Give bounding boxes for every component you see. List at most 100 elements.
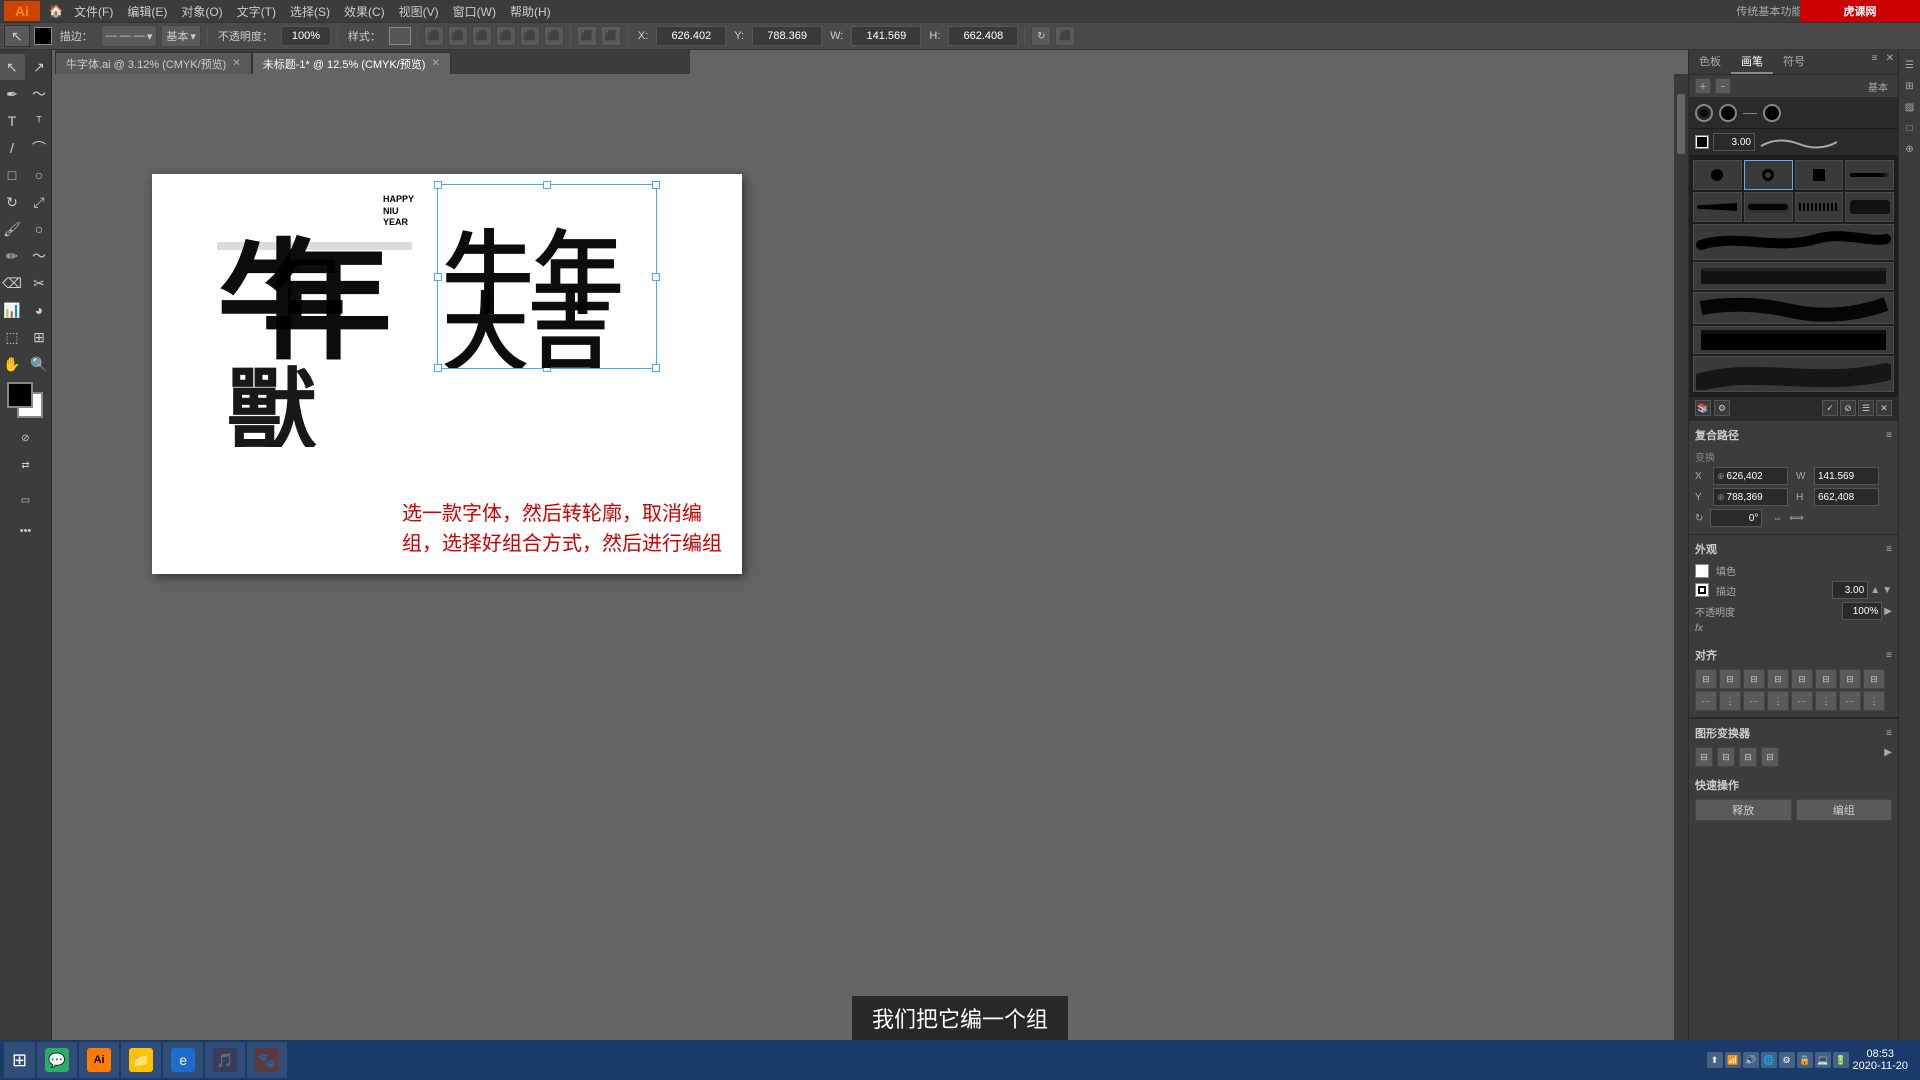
menu-effect[interactable]: 效果(C) <box>338 1 391 22</box>
vertical-type-tool[interactable]: ᵀ <box>26 108 52 134</box>
more-tools-btn[interactable]: ••• <box>13 518 39 544</box>
align-v-top[interactable]: ⬛ <box>496 26 516 46</box>
change-screen-mode[interactable]: ▭ <box>13 487 39 513</box>
rotate-input[interactable] <box>1710 509 1762 527</box>
tray-icon-3[interactable]: 🔊 <box>1743 1052 1759 1068</box>
align-top-btn[interactable]: ⊟ <box>1767 669 1789 689</box>
align-vcenter-btn[interactable]: ⊟ <box>1791 669 1813 689</box>
layers-panel-icon[interactable]: ▨ <box>1901 98 1919 116</box>
artboard-tool[interactable]: ⬚ <box>0 324 25 350</box>
rect-tool[interactable]: □ <box>0 162 25 188</box>
stroke-white-box[interactable] <box>1695 135 1709 149</box>
delete-brush-btn[interactable]: − <box>1715 78 1731 94</box>
tab-close-2[interactable]: ✕ <box>431 58 439 69</box>
type-tool[interactable]: T <box>0 108 25 134</box>
x-input[interactable] <box>656 26 726 46</box>
brush-item-thick[interactable] <box>1845 192 1894 222</box>
curvature-tool[interactable]: 〜 <box>26 81 52 107</box>
scale-tool[interactable]: ⤢ <box>26 189 52 215</box>
brush-extra-icon[interactable]: ✕ <box>1876 400 1892 416</box>
pen-tool[interactable]: ✒ <box>0 81 25 107</box>
artboard-panel-icon[interactable]: □ <box>1901 119 1919 137</box>
brush-new-btn[interactable]: ✓ <box>1822 400 1838 416</box>
release-btn[interactable]: 释放 <box>1695 799 1792 821</box>
component-options[interactable]: ≡ <box>1886 728 1892 739</box>
taskbar-clock[interactable]: 08:53 2020-11-20 <box>1853 1048 1908 1072</box>
menu-edit[interactable]: 编辑(E) <box>121 1 173 22</box>
taskbar-wechat[interactable]: 💬 <box>37 1042 77 1078</box>
rotate-tool[interactable]: ↻ <box>0 189 25 215</box>
brush-menu-icon[interactable]: ☰ <box>1858 400 1874 416</box>
selection-tool[interactable]: ↖ <box>0 54 25 80</box>
dist-v3-btn[interactable]: ⋮ <box>1815 691 1837 711</box>
h-coord-display[interactable]: 662,408 <box>1814 488 1879 506</box>
zoom-tool[interactable]: 🔍 <box>26 351 52 377</box>
align-left-btn[interactable]: ⊟ <box>1695 669 1717 689</box>
new-brush-btn[interactable]: ＋ <box>1695 78 1711 94</box>
stroke-weight-dropdown[interactable]: — — —▾ <box>101 25 158 47</box>
properties-options[interactable]: ≡ <box>1886 430 1892 441</box>
w-coord-display[interactable]: 141.569 <box>1814 467 1879 485</box>
distribute-h[interactable]: ⬛ <box>577 26 597 46</box>
flip-btn[interactable]: ⬛ <box>1055 26 1075 46</box>
y-coord-display[interactable]: ⊕ 788,369 <box>1713 488 1788 506</box>
dist-h3-btn[interactable]: ⋯ <box>1791 691 1813 711</box>
home-icon[interactable]: 🏠 <box>46 1 66 21</box>
opacity-expand-btn[interactable]: ▶ <box>1884 606 1892 617</box>
brush-item-big5[interactable] <box>1693 356 1894 392</box>
align-h-right[interactable]: ⬛ <box>472 26 492 46</box>
stroke-size-input[interactable] <box>1713 133 1755 151</box>
taskbar-app2[interactable]: 🐾 <box>247 1042 287 1078</box>
fill-circle-btn[interactable] <box>1719 104 1737 122</box>
tray-icon-8[interactable]: 🔋 <box>1833 1052 1849 1068</box>
align-extra2[interactable]: ⊟ <box>1863 669 1885 689</box>
selected-object-group[interactable]: 牛年 大吉 <box>437 184 657 369</box>
group-btn[interactable]: 编组 <box>1796 799 1893 821</box>
dist-extra2[interactable]: ⋮ <box>1863 691 1885 711</box>
smooth-tool[interactable]: 〜 <box>26 243 52 269</box>
brush-item-big1[interactable] <box>1693 224 1894 260</box>
hand-tool[interactable]: ✋ <box>0 351 25 377</box>
slice-tool[interactable]: ⊞ <box>26 324 52 350</box>
comp-btn-1[interactable]: ⊟ <box>1695 747 1713 767</box>
menu-view[interactable]: 视图(V) <box>393 1 445 22</box>
pencil-tool[interactable]: ✏ <box>0 243 25 269</box>
fill-white-swatch[interactable] <box>1695 564 1709 578</box>
panel-menu-btn[interactable]: ≡ <box>1868 50 1882 74</box>
align-bottom-btn[interactable]: ⊟ <box>1815 669 1837 689</box>
tab-swatches[interactable]: 色板 <box>1689 50 1731 74</box>
taskbar-explorer[interactable]: 📁 <box>121 1042 161 1078</box>
tab-symbols[interactable]: 符号 <box>1773 50 1815 74</box>
align-right-btn[interactable]: ⊟ <box>1743 669 1765 689</box>
pie-chart-tool[interactable]: ◕ <box>26 297 52 323</box>
vertical-scrollbar[interactable] <box>1674 74 1688 1041</box>
direct-selection-tool[interactable]: ↗ <box>26 54 52 80</box>
align-h-left[interactable]: ⬛ <box>424 26 444 46</box>
brush-item-big4[interactable] <box>1693 326 1894 354</box>
arc-tool[interactable]: ⌒ <box>26 135 52 161</box>
style-swatch[interactable] <box>389 27 411 45</box>
fill-none-btn[interactable]: ⊘ <box>13 425 39 451</box>
distribute-v[interactable]: ⬛ <box>601 26 621 46</box>
tray-icon-6[interactable]: 🔒 <box>1797 1052 1813 1068</box>
taskbar-app1[interactable]: 🎵 <box>205 1042 245 1078</box>
brush-item-line2[interactable] <box>1693 192 1742 222</box>
align-v-bottom[interactable]: ⬛ <box>544 26 564 46</box>
menu-file[interactable]: 文件(F) <box>68 1 119 22</box>
opacity-input[interactable] <box>281 26 331 46</box>
bar-chart-tool[interactable]: 📊 <box>0 297 25 323</box>
menu-window[interactable]: 窗口(W) <box>447 1 502 22</box>
w-input[interactable] <box>851 26 921 46</box>
transform-panel-icon[interactable]: ⊞ <box>1901 77 1919 95</box>
comp-btn-3[interactable]: ⊟ <box>1739 747 1757 767</box>
h-input[interactable] <box>948 26 1018 46</box>
align-h-center[interactable]: ⬛ <box>448 26 468 46</box>
menu-help[interactable]: 帮助(H) <box>504 1 557 22</box>
brush-item-dot[interactable] <box>1693 160 1742 190</box>
line-tool[interactable]: / <box>0 135 25 161</box>
tab-brushes[interactable]: 画笔 <box>1731 50 1773 74</box>
brush-item-square[interactable] <box>1795 160 1844 190</box>
stroke-width-input[interactable] <box>1832 581 1868 599</box>
align-options[interactable]: ≡ <box>1886 650 1892 661</box>
scissors-tool[interactable]: ✂ <box>26 270 52 296</box>
